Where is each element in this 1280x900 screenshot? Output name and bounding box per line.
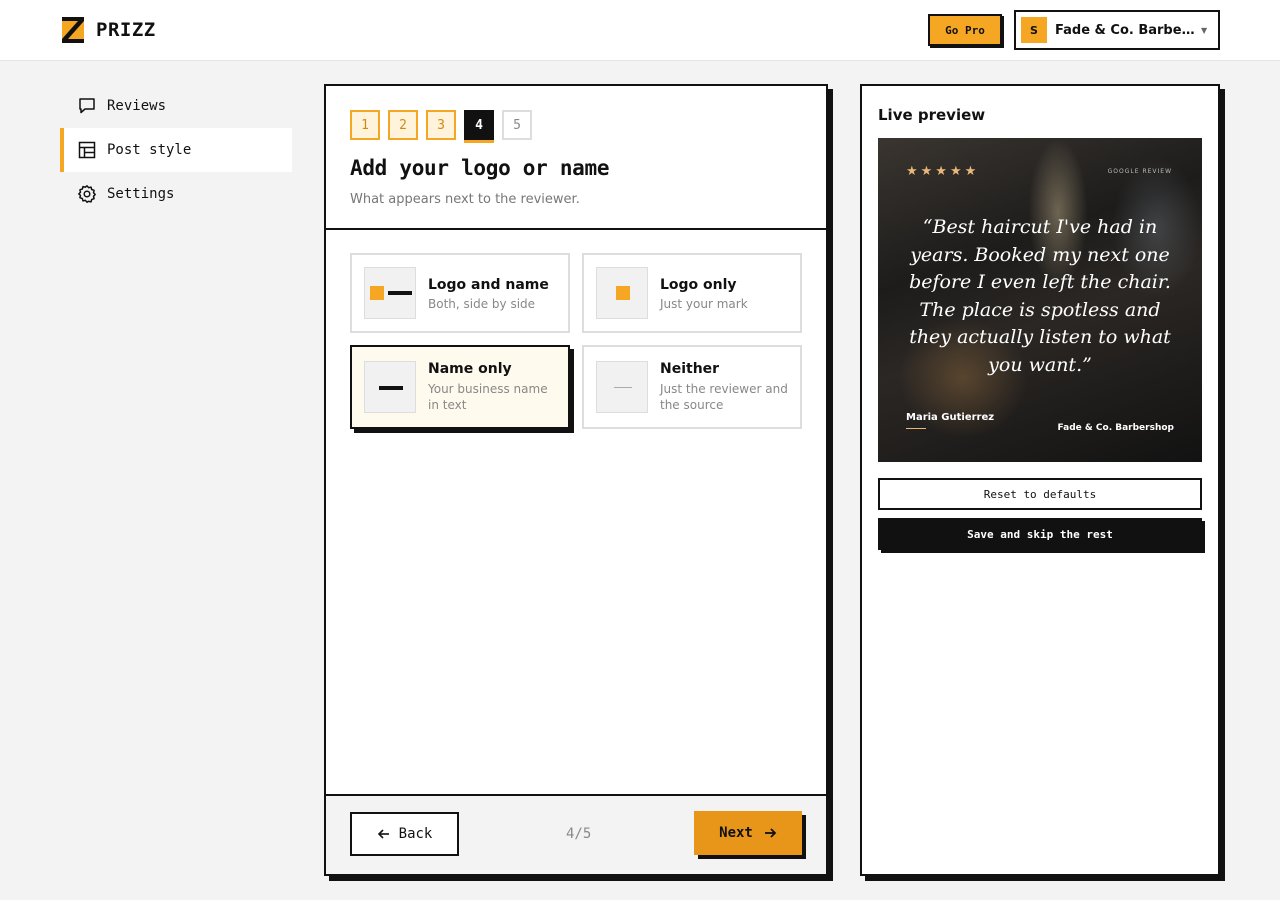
step-4[interactable]: 4 bbox=[464, 110, 494, 140]
option-title: Logo and name bbox=[428, 277, 549, 293]
option-description: Your business name in text bbox=[428, 382, 548, 412]
logo-only-thumbnail bbox=[596, 267, 648, 319]
page-subtitle: What appears next to the reviewer. bbox=[350, 192, 580, 207]
option-title: Name only bbox=[428, 361, 512, 377]
review-source-label: GOOGLE REVIEW bbox=[1107, 168, 1172, 175]
reviewer-name: Maria Gutierrez bbox=[906, 412, 995, 423]
step-1[interactable]: 1 bbox=[350, 110, 380, 140]
divider bbox=[326, 228, 826, 230]
back-button[interactable]: Back bbox=[350, 812, 459, 856]
chevron-down-icon: ▼ bbox=[1201, 25, 1208, 35]
star-rating: ★★★★★ bbox=[906, 164, 980, 179]
step-3[interactable]: 3 bbox=[426, 110, 456, 140]
step-indicator: 1 2 3 4 5 bbox=[350, 110, 532, 140]
neither-thumbnail bbox=[596, 361, 648, 413]
wizard-card: 1 2 3 4 5 Add your logo or name What app… bbox=[324, 84, 828, 876]
go-pro-button[interactable]: Go Pro bbox=[928, 14, 1002, 46]
layout-icon bbox=[78, 141, 96, 159]
next-button[interactable]: Next bbox=[694, 811, 802, 855]
page-title: Add your logo or name bbox=[350, 156, 610, 180]
business-selector[interactable]: S Fade & Co. Barbershop ▼ bbox=[1014, 10, 1220, 50]
option-title: Neither bbox=[660, 361, 720, 377]
live-preview-panel: Live preview ★★★★★ GOOGLE REVIEW “Best h… bbox=[860, 84, 1220, 876]
preview-image: ★★★★★ GOOGLE REVIEW “Best haircut I've h… bbox=[878, 138, 1202, 462]
arrow-left-icon bbox=[377, 829, 389, 839]
brand-name: PRIZZ bbox=[96, 19, 156, 41]
reset-defaults-button[interactable]: Reset to defaults bbox=[878, 478, 1202, 510]
reviewer-underline bbox=[906, 428, 926, 429]
logo-and-name-thumbnail bbox=[364, 267, 416, 319]
step-5[interactable]: 5 bbox=[502, 110, 532, 140]
next-label: Next bbox=[719, 825, 753, 841]
option-description: Both, side by side bbox=[428, 297, 536, 311]
business-caption: Fade & Co. Barbershop bbox=[1057, 423, 1174, 433]
option-logo-only[interactable]: Logo only Just your mark bbox=[582, 253, 802, 333]
business-name: Fade & Co. Barbershop bbox=[1055, 22, 1195, 38]
wizard-footer: Back 4/5 Next bbox=[326, 794, 826, 874]
option-logo-and-name[interactable]: Logo and name Both, side by side bbox=[350, 253, 570, 333]
option-description: Just the reviewer and the source bbox=[660, 382, 788, 412]
back-label: Back bbox=[398, 826, 433, 842]
option-neither[interactable]: Neither Just the reviewer and the source bbox=[582, 345, 802, 429]
option-title: Logo only bbox=[660, 277, 737, 293]
step-counter: 4/5 bbox=[566, 826, 592, 842]
step-2[interactable]: 2 bbox=[388, 110, 418, 140]
top-bar: PRIZZ Go Pro S Fade & Co. Barbershop ▼ bbox=[0, 0, 1280, 61]
business-avatar: S bbox=[1021, 17, 1047, 43]
option-name-only[interactable]: Name only Your business name in text bbox=[350, 345, 570, 429]
sidebar-item-settings[interactable]: Settings bbox=[60, 172, 292, 216]
preview-title: Live preview bbox=[878, 106, 986, 124]
option-description: Just your mark bbox=[660, 297, 748, 311]
review-quote: “Best haircut I've had in years. Booked … bbox=[909, 216, 1171, 376]
sidebar: Reviews Post style Settings bbox=[60, 84, 292, 216]
gear-icon bbox=[78, 185, 96, 203]
sidebar-item-post-style[interactable]: Post style bbox=[60, 128, 292, 172]
name-only-thumbnail bbox=[364, 361, 416, 413]
save-and-skip-button[interactable]: Save and skip the rest bbox=[878, 518, 1202, 550]
arrow-right-icon bbox=[764, 828, 777, 838]
prizz-logo-icon[interactable] bbox=[62, 17, 84, 43]
sidebar-item-label: Reviews bbox=[107, 98, 167, 114]
sidebar-item-label: Settings bbox=[107, 186, 175, 202]
chat-bubble-icon bbox=[79, 98, 95, 114]
sidebar-item-label: Post style bbox=[107, 142, 192, 158]
sidebar-item-reviews[interactable]: Reviews bbox=[60, 84, 292, 128]
